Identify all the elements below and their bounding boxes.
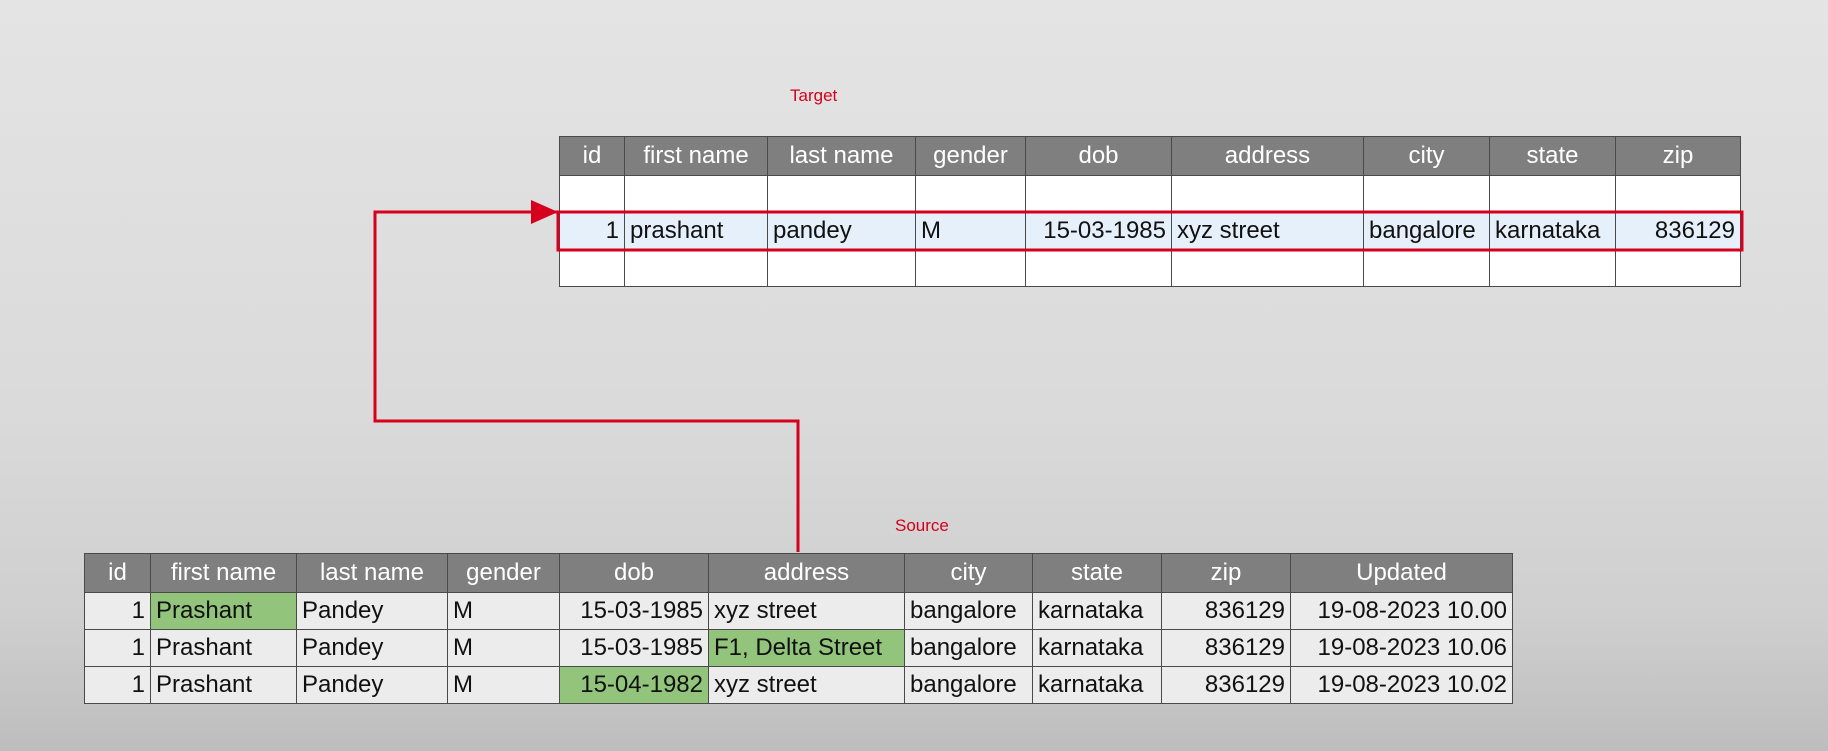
source-to-target-arrow: [373, 200, 800, 552]
target-row-highlight-box: [556, 210, 1744, 252]
connector-overlay: [373, 200, 1744, 552]
